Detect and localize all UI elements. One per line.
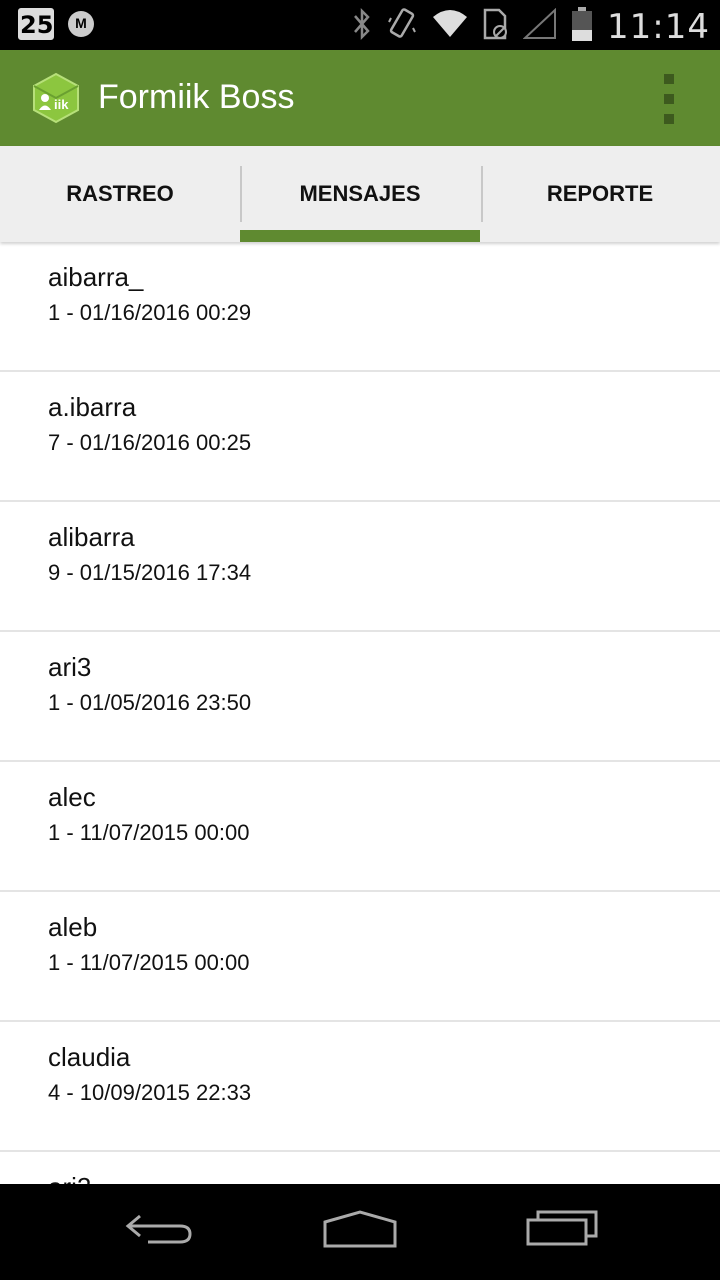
svg-text:iik: iik (54, 97, 69, 112)
navigation-bar (0, 1184, 720, 1280)
contact-name: ari3 (48, 652, 92, 682)
message-count-date: 9 - 01/15/2016 17:34 (48, 560, 252, 585)
tab-divider (240, 166, 242, 222)
tab-divider (481, 166, 483, 222)
battery-icon (571, 6, 593, 47)
message-count-date: 1 - 11/07/2015 00:00 (48, 950, 250, 975)
recents-icon[interactable] (526, 1208, 598, 1253)
wifi-icon (431, 9, 469, 44)
app-bar: iik Formiik Boss (0, 50, 720, 146)
selected-tab-indicator (240, 230, 480, 242)
list-item[interactable]: ari3 1 - 01/05/2016 23:50 (0, 632, 720, 762)
list-item[interactable]: alibarra 9 - 01/15/2016 17:34 (0, 502, 720, 632)
message-count-date: 1 - 01/16/2016 00:29 (48, 300, 252, 325)
contact-name: ari2 (48, 1172, 91, 1184)
tab-mensajes[interactable]: MENSAJES (240, 146, 480, 242)
tab-reporte[interactable]: REPORTE (480, 146, 720, 242)
contact-name: aleb (48, 912, 98, 942)
contact-name: a.ibarra (48, 392, 137, 422)
list-item[interactable]: a.ibarra 7 - 01/16/2016 00:25 (0, 372, 720, 502)
motorola-icon (68, 11, 94, 37)
sim-icon (483, 8, 509, 45)
home-icon[interactable] (322, 1208, 398, 1253)
back-icon[interactable] (124, 1208, 196, 1253)
contact-name: alibarra (48, 522, 135, 552)
message-list[interactable]: aibarra_ 1 - 01/16/2016 00:29 a.ibarra 7… (0, 242, 720, 1184)
contact-name: claudia (48, 1042, 131, 1072)
status-bar: 25 11:14 (0, 0, 720, 50)
clock: 11:14 (607, 6, 710, 47)
list-item[interactable]: ari2 (0, 1152, 720, 1184)
app-logo-icon: iik (32, 72, 80, 124)
tab-bar: RASTREO MENSAJES REPORTE (0, 146, 720, 242)
overflow-menu-icon[interactable] (658, 74, 680, 124)
list-item[interactable]: aleb 1 - 11/07/2015 00:00 (0, 892, 720, 1022)
vibrate-icon (387, 6, 417, 47)
signal-icon (522, 7, 557, 45)
list-item[interactable]: aibarra_ 1 - 01/16/2016 00:29 (0, 242, 720, 372)
contact-name: alec (48, 782, 96, 812)
tab-label: REPORTE (546, 181, 654, 206)
contact-name: aibarra_ (48, 262, 144, 292)
app-title: Formiik Boss (98, 78, 295, 116)
message-count-date: 7 - 01/16/2016 00:25 (48, 430, 252, 455)
list-item[interactable]: claudia 4 - 10/09/2015 22:33 (0, 1022, 720, 1152)
tab-rastreo[interactable]: RASTREO (0, 146, 240, 242)
message-count-date: 4 - 10/09/2015 22:33 (48, 1080, 252, 1105)
bluetooth-icon (351, 7, 373, 46)
calendar-icon: 25 (18, 8, 54, 40)
tab-label: MENSAJES (299, 181, 421, 206)
list-item[interactable]: alec 1 - 11/07/2015 00:00 (0, 762, 720, 892)
tab-label: RASTREO (66, 181, 174, 206)
message-count-date: 1 - 11/07/2015 00:00 (48, 820, 250, 845)
message-count-date: 1 - 01/05/2016 23:50 (48, 690, 252, 715)
